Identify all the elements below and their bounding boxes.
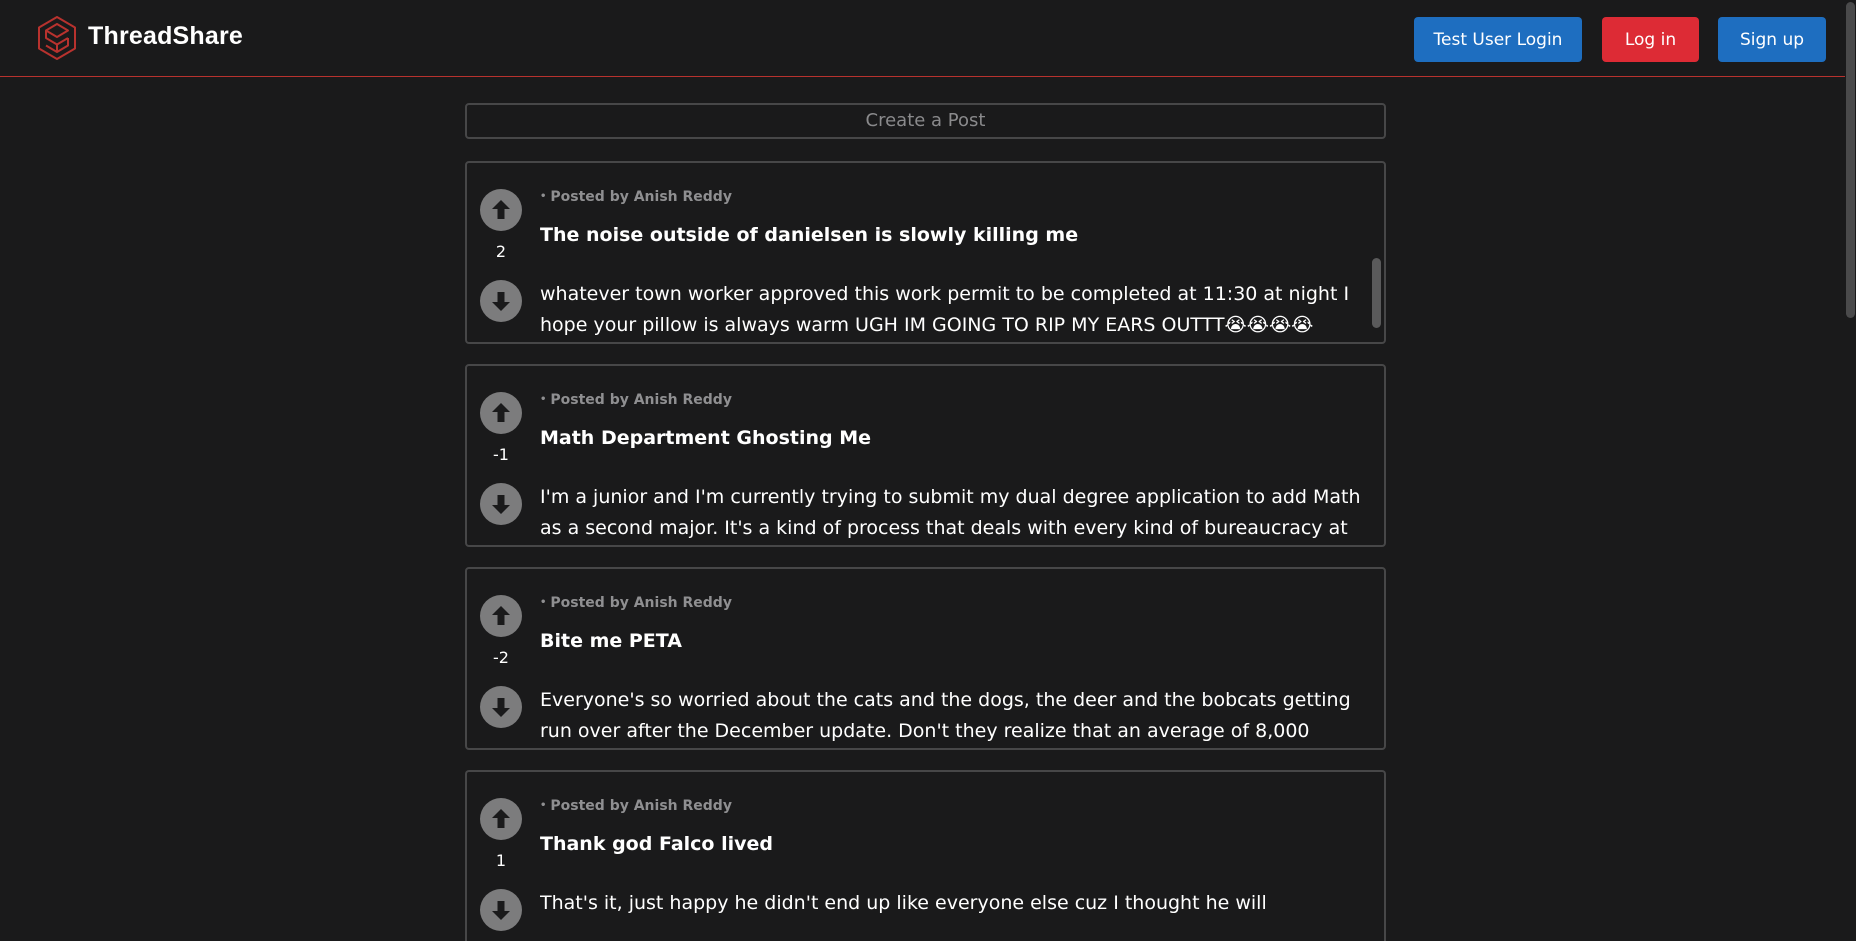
create-post-button[interactable]: Create a Post	[465, 103, 1386, 139]
bullet-dot: •	[540, 191, 547, 202]
arrow-down-circle-icon	[492, 495, 510, 514]
post-title[interactable]: Math Department Ghosting Me	[540, 427, 1360, 449]
page-scrollbar-thumb[interactable]	[1846, 2, 1855, 318]
login-button[interactable]: Log in	[1602, 17, 1699, 62]
upvote-button[interactable]	[480, 595, 522, 637]
brand-name[interactable]: ThreadShare	[88, 22, 243, 51]
threadshare-logo-icon[interactable]	[33, 14, 81, 62]
arrow-down-circle-icon	[492, 901, 510, 920]
upvote-button[interactable]	[480, 189, 522, 231]
vote-controls: 2	[480, 163, 526, 342]
arrow-up-circle-icon	[492, 200, 510, 219]
post-meta: • Posted by Anish Reddy	[540, 798, 732, 814]
vote-count: -1	[493, 445, 509, 464]
post-scrollbar-thumb[interactable]	[1372, 258, 1381, 328]
post-author: Posted by Anish Reddy	[550, 189, 732, 205]
signup-button[interactable]: Sign up	[1718, 17, 1826, 62]
upvote-button[interactable]	[480, 798, 522, 840]
post-card[interactable]: 2 • Posted by Anish Reddy The noise outsi…	[465, 161, 1386, 344]
post-card[interactable]: -2 • Posted by Anish Reddy Bite me PETA E…	[465, 567, 1386, 750]
top-navbar: ThreadShare Test User Login Log in Sign …	[0, 0, 1845, 77]
post-meta: • Posted by Anish Reddy	[540, 189, 732, 205]
test-user-login-button[interactable]: Test User Login	[1414, 17, 1582, 62]
downvote-button[interactable]	[480, 889, 522, 931]
bullet-dot: •	[540, 800, 547, 811]
vote-controls: 1	[480, 772, 526, 941]
post-title[interactable]: Thank god Falco lived	[540, 833, 1360, 855]
arrow-up-circle-icon	[492, 809, 510, 828]
vote-controls: -2	[480, 569, 526, 748]
downvote-button[interactable]	[480, 686, 522, 728]
post-body: whatever town worker approved this work …	[540, 283, 1350, 336]
post-card[interactable]: 1 • Posted by Anish Reddy Thank god Falco…	[465, 770, 1386, 941]
page-scrollbar[interactable]	[1845, 0, 1856, 941]
post-title[interactable]: The noise outside of danielsen is slowly…	[540, 224, 1360, 246]
arrow-down-circle-icon	[492, 698, 510, 717]
vote-count: 1	[495, 851, 507, 870]
post-body: I'm a junior and I'm currently trying to…	[540, 486, 1361, 539]
post-card[interactable]: -1 • Posted by Anish Reddy Math Departmen…	[465, 364, 1386, 547]
post-author: Posted by Anish Reddy	[550, 595, 732, 611]
arrow-down-circle-icon	[492, 292, 510, 311]
post-body: Everyone's so worried about the cats and…	[540, 689, 1351, 742]
bullet-dot: •	[540, 394, 547, 405]
post-author: Posted by Anish Reddy	[550, 392, 732, 408]
vote-count: -2	[493, 648, 509, 667]
vote-controls: -1	[480, 366, 526, 545]
downvote-button[interactable]	[480, 280, 522, 322]
post-meta: • Posted by Anish Reddy	[540, 595, 732, 611]
upvote-button[interactable]	[480, 392, 522, 434]
post-author: Posted by Anish Reddy	[550, 798, 732, 814]
post-meta: • Posted by Anish Reddy	[540, 392, 732, 408]
arrow-up-circle-icon	[492, 606, 510, 625]
downvote-button[interactable]	[480, 483, 522, 525]
vote-count: 2	[495, 242, 507, 261]
post-body: That's it, just happy he didn't end up l…	[540, 892, 1267, 914]
arrow-up-circle-icon	[492, 403, 510, 422]
bullet-dot: •	[540, 597, 547, 608]
post-title[interactable]: Bite me PETA	[540, 630, 1360, 652]
